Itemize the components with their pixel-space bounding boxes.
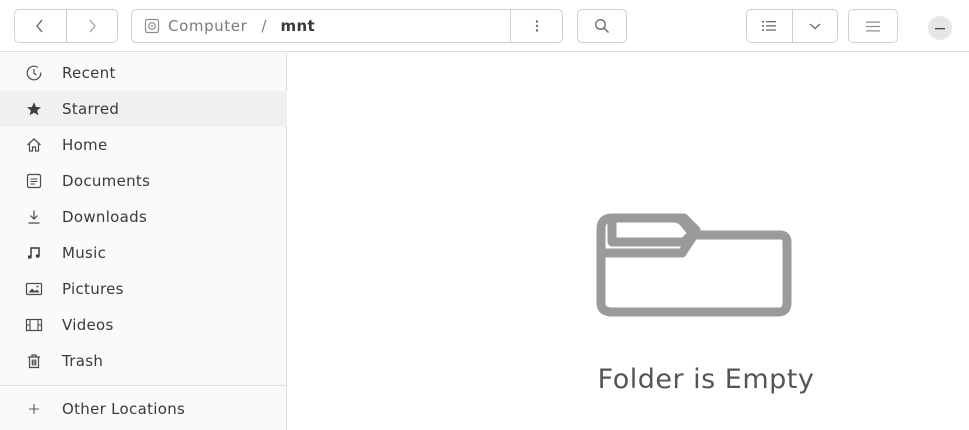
hamburger-menu-icon [866,21,880,31]
folder-icon [596,213,792,321]
search-button[interactable] [577,9,627,43]
sidebar-item-trash[interactable]: Trash [0,343,287,379]
home-icon [25,136,43,154]
main-menu-button[interactable] [848,9,898,43]
list-view-icon [762,21,777,31]
sidebar-item-label: Recent [62,64,116,82]
sidebar-item-label: Pictures [62,280,124,298]
video-icon [25,316,43,334]
breadcrumb: Computer / mnt [132,10,510,42]
clock-icon [25,64,43,82]
sidebar-item-label: Music [62,244,107,262]
sidebar-item-other-locations[interactable]: Other Locations [0,391,287,427]
sidebar: Recent Starred Home Documents Downloads … [0,53,287,430]
forward-button[interactable] [65,10,118,42]
sidebar-item-label: Other Locations [62,400,186,418]
chevron-left-icon [36,19,43,33]
disk-icon [144,18,160,34]
star-icon [25,100,43,118]
download-icon [25,208,43,226]
plus-icon [25,400,43,418]
document-icon [25,172,43,190]
vertical-dots-icon [535,20,538,32]
navigation-buttons [14,9,118,43]
breadcrumb-computer[interactable]: Computer [168,17,247,35]
minimize-window-button[interactable] [928,16,952,40]
path-menu-button[interactable] [510,10,562,42]
sidebar-item-label: Trash [62,352,104,370]
sidebar-item-label: Starred [62,100,120,118]
sidebar-item-videos[interactable]: Videos [0,307,287,343]
chevron-right-icon [89,19,96,33]
sidebar-item-pictures[interactable]: Pictures [0,271,287,307]
sidebar-divider [0,385,287,386]
sidebar-item-label: Documents [62,172,151,190]
picture-icon [25,280,43,298]
chevron-down-icon [809,23,821,30]
sidebar-item-label: Home [62,136,108,154]
back-button[interactable] [15,10,66,42]
sidebar-item-label: Videos [62,316,114,334]
sidebar-item-starred[interactable]: Starred [0,91,287,127]
breadcrumb-current-folder[interactable]: mnt [280,17,315,35]
sidebar-item-label: Downloads [62,208,148,226]
header-bar: Computer / mnt [0,0,969,52]
sidebar-item-recent[interactable]: Recent [0,55,287,91]
path-bar: Computer / mnt [131,9,563,43]
empty-folder-message: Folder is Empty [597,364,815,395]
view-options-button[interactable] [791,10,838,42]
sidebar-item-downloads[interactable]: Downloads [0,199,287,235]
music-icon [25,244,43,262]
sidebar-item-music[interactable]: Music [0,235,287,271]
sidebar-item-home[interactable]: Home [0,127,287,163]
search-icon [595,19,609,33]
breadcrumb-separator: / [261,17,267,35]
view-toggle-group [746,9,838,43]
sidebar-item-documents[interactable]: Documents [0,163,287,199]
list-view-button[interactable] [747,10,792,42]
file-view[interactable]: Folder is Empty [288,53,969,430]
trash-icon [25,352,43,370]
minimize-icon [935,28,945,30]
